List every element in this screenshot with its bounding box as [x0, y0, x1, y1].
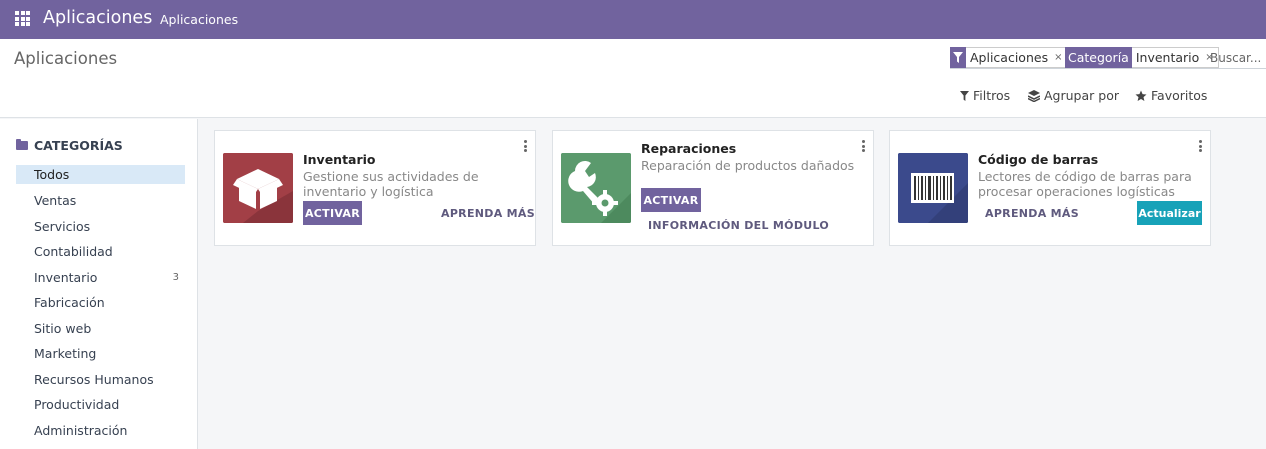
sidebar-item-inventario[interactable]: Inventario 3 [16, 268, 185, 287]
star-icon [1135, 90, 1147, 101]
sidebar-item-label: Productividad [34, 397, 120, 412]
sidebar-item-fabricacion[interactable]: Fabricación [16, 293, 185, 312]
sidebar-item-recursos-humanos[interactable]: Recursos Humanos [16, 370, 185, 389]
card-dropdown-icon[interactable] [1199, 140, 1202, 152]
app-name: Inventario [303, 152, 376, 167]
card-dropdown-icon[interactable] [524, 140, 527, 152]
sidebar-item-label: Servicios [34, 219, 91, 234]
filters-label: Filtros [973, 88, 1011, 103]
sidebar-item-servicios[interactable]: Servicios [16, 217, 185, 236]
card-dropdown-icon[interactable] [862, 140, 865, 152]
app-name: Código de barras [978, 152, 1099, 167]
search-facet-filter: Aplicaciones × [950, 47, 1068, 68]
app-card-codigo-de-barras: Código de barras Lectores de código de b… [889, 130, 1211, 246]
sidebar-item-administracion[interactable]: Administración [16, 421, 185, 440]
sidebar-item-sitio-web[interactable]: Sitio web [16, 319, 185, 338]
facet-value: Aplicaciones [970, 50, 1049, 65]
layers-icon [1028, 89, 1040, 102]
remove-facet-icon[interactable]: × [1054, 52, 1062, 63]
sidebar-item-label: Recursos Humanos [34, 372, 154, 387]
sidebar-item-label: Ventas [34, 193, 77, 208]
app-summary: Lectores de código de barras para proces… [978, 169, 1192, 199]
activate-button[interactable]: ACTIVAR [641, 188, 701, 212]
filter-icon [950, 47, 966, 68]
category-sidebar: CATEGORÍAS Todos Ventas Servicios Contab… [0, 119, 198, 449]
search-input[interactable] [1210, 48, 1266, 67]
module-info-link[interactable]: INFORMACIÓN DEL MÓDULO [648, 219, 829, 232]
app-summary: Reparación de productos dañados [641, 158, 855, 173]
barcode-icon [898, 153, 968, 223]
group-by-button[interactable]: Agrupar por [1028, 88, 1119, 103]
menu-item-aplicaciones[interactable]: Aplicaciones [160, 12, 238, 27]
favorites-label: Favoritos [1151, 88, 1208, 103]
sidebar-item-ventas[interactable]: Ventas [16, 191, 185, 210]
app-summary: Gestione sus actividades de inventario y… [303, 169, 479, 199]
sidebar-item-productividad[interactable]: Productividad [16, 395, 185, 414]
folder-icon [16, 139, 28, 150]
sidebar-item-label: Marketing [34, 346, 97, 361]
sidebar-item-label: Inventario [34, 270, 98, 285]
sidebar-item-contabilidad[interactable]: Contabilidad [16, 242, 185, 261]
category-count-badge: 3 [172, 272, 179, 283]
box-icon [223, 153, 293, 223]
filter-icon [960, 90, 969, 101]
sidebar-item-label: Administración [34, 423, 128, 438]
app-card-inventario: Inventario Gestione sus actividades de i… [214, 130, 536, 246]
search-facet-category: Categoría Inventario × [1065, 47, 1219, 68]
facet-label: Categoría [1065, 47, 1132, 68]
update-button[interactable]: Actualizar [1137, 201, 1202, 225]
apps-menu-icon[interactable] [15, 11, 30, 26]
favorites-button[interactable]: Favoritos [1135, 88, 1207, 103]
filters-button[interactable]: Filtros [960, 88, 1010, 103]
activate-button[interactable]: ACTIVAR [303, 201, 362, 225]
top-navbar: Aplicaciones Aplicaciones [0, 0, 1266, 39]
sidebar-header: CATEGORÍAS [16, 138, 123, 153]
facet-value: Inventario [1135, 50, 1200, 65]
sidebar-item-label: Fabricación [34, 295, 105, 310]
group-by-label: Agrupar por [1044, 88, 1119, 103]
sidebar-header-label: CATEGORÍAS [34, 138, 123, 153]
control-panel: Aplicaciones Aplicaciones × Categoría In… [0, 39, 1266, 118]
sidebar-item-label: Contabilidad [34, 244, 113, 259]
learn-more-link[interactable]: APRENDA MÁS [985, 207, 1079, 220]
wrench-gear-icon [561, 153, 631, 223]
app-name: Reparaciones [641, 141, 737, 156]
app-brand[interactable]: Aplicaciones [43, 8, 152, 28]
sidebar-item-label: Sitio web [34, 321, 92, 336]
sidebar-item-todos[interactable]: Todos [16, 165, 185, 184]
app-card-reparaciones: Reparaciones Reparación de productos dañ… [552, 130, 874, 246]
page-title: Aplicaciones [14, 49, 118, 68]
learn-more-link[interactable]: APRENDA MÁS [441, 207, 535, 220]
search-bar: Aplicaciones × Categoría Inventario × [950, 47, 1266, 69]
sidebar-item-label: Todos [34, 167, 70, 182]
sidebar-item-marketing[interactable]: Marketing [16, 344, 185, 363]
